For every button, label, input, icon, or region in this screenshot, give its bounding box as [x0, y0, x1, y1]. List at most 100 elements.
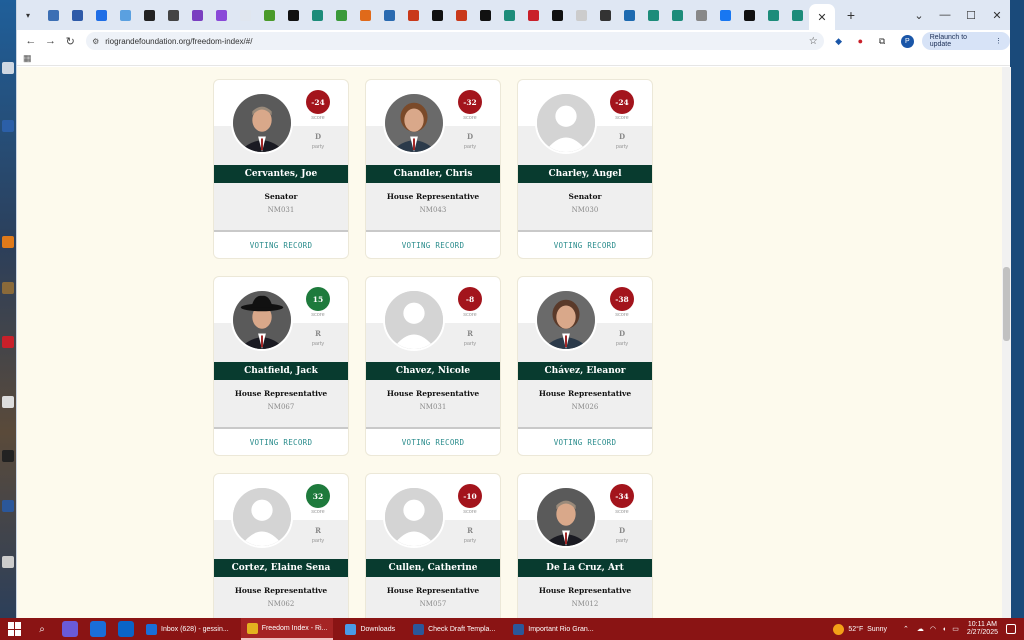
active-tab[interactable]: ✕: [809, 4, 835, 30]
clock[interactable]: 10:11 AM 2/27/2025: [967, 621, 998, 637]
browser-tab[interactable]: [257, 3, 281, 27]
copilot-icon[interactable]: [62, 621, 78, 637]
desktop-icon[interactable]: [2, 282, 14, 294]
reload-button[interactable]: ↻: [62, 33, 78, 49]
browser-tab[interactable]: [617, 3, 641, 27]
candidate-photo: [383, 92, 445, 154]
extension-icon[interactable]: ◆: [832, 34, 846, 48]
taskbar-app[interactable]: Check Draft Templa...: [407, 618, 501, 640]
browser-tab[interactable]: [185, 3, 209, 27]
search-icon[interactable]: ⌕: [34, 621, 50, 637]
more-menu-icon[interactable]: ⋮: [995, 37, 1002, 45]
battery-icon[interactable]: ▭: [952, 625, 959, 633]
voting-record-link[interactable]: VOTING RECORD: [366, 429, 500, 455]
desktop-icon[interactable]: [2, 450, 14, 462]
browser-tab[interactable]: [785, 3, 809, 27]
tray-chevron-icon[interactable]: ⌃: [903, 625, 909, 633]
outlook-icon[interactable]: [118, 621, 134, 637]
new-tab-button[interactable]: +: [841, 5, 861, 25]
browser-tab[interactable]: [41, 3, 65, 27]
taskbar-app-label: Inbox (628) - gessin...: [161, 625, 229, 633]
party-value: R: [467, 526, 473, 535]
browser-tab[interactable]: [113, 3, 137, 27]
desktop-icon[interactable]: [2, 120, 14, 132]
browser-tab[interactable]: [329, 3, 353, 27]
back-button[interactable]: ←: [23, 33, 39, 49]
voting-record-link[interactable]: VOTING RECORD: [518, 232, 652, 258]
desktop-icon[interactable]: [2, 336, 14, 348]
file-explorer-icon[interactable]: [90, 621, 106, 637]
address-bar[interactable]: ⚙ riograndefoundation.org/freedom-index/…: [86, 32, 824, 50]
extensions-puzzle-icon[interactable]: ⧉: [875, 34, 889, 48]
cloud-icon[interactable]: ☁: [917, 625, 924, 633]
volume-icon[interactable]: ◖: [942, 626, 946, 633]
party-label: party: [311, 341, 325, 347]
browser-tab[interactable]: [89, 3, 113, 27]
browser-tab[interactable]: [425, 3, 449, 27]
desktop-icon[interactable]: [2, 62, 14, 74]
candidate-photo: [535, 289, 597, 351]
browser-tab[interactable]: [713, 3, 737, 27]
relaunch-button[interactable]: Relaunch to update ⋮: [921, 32, 1011, 50]
browser-tab[interactable]: [473, 3, 497, 27]
browser-tab[interactable]: [521, 3, 545, 27]
notification-icon[interactable]: [1006, 624, 1016, 634]
voting-record-link[interactable]: VOTING RECORD: [366, 232, 500, 258]
site-info-icon[interactable]: ⚙: [92, 37, 99, 46]
taskbar-app[interactable]: Inbox (628) - gessin...: [140, 618, 235, 640]
browser-tab[interactable]: [641, 3, 665, 27]
desktop-icon[interactable]: [2, 500, 14, 512]
browser-tab[interactable]: [281, 3, 305, 27]
browser-tab[interactable]: [401, 3, 425, 27]
forward-button[interactable]: →: [43, 33, 59, 49]
apps-grid-icon[interactable]: ▦: [23, 53, 32, 64]
tab-search-button[interactable]: ▾: [21, 8, 35, 22]
browser-tab[interactable]: [233, 3, 257, 27]
browser-tab[interactable]: [353, 3, 377, 27]
party-value: D: [618, 329, 626, 338]
browser-tab[interactable]: [665, 3, 689, 27]
voting-record-link[interactable]: VOTING RECORD: [214, 232, 348, 258]
voting-record-link[interactable]: VOTING RECORD: [214, 429, 348, 455]
taskbar-app-label: Freedom Index - Ri...: [261, 624, 328, 632]
scrollbar-thumb[interactable]: [1003, 267, 1010, 341]
maximize-button[interactable]: ☐: [958, 0, 984, 30]
score-label: score: [311, 312, 325, 318]
voting-record-link[interactable]: VOTING RECORD: [518, 429, 652, 455]
url-text[interactable]: riograndefoundation.org/freedom-index/#/: [105, 37, 809, 46]
browser-tab[interactable]: [737, 3, 761, 27]
desktop-icon[interactable]: [2, 236, 14, 248]
browser-tab[interactable]: [761, 3, 785, 27]
weather-icon[interactable]: [833, 623, 845, 635]
browser-tab[interactable]: [569, 3, 593, 27]
profile-avatar[interactable]: P: [900, 34, 914, 48]
browser-tab[interactable]: [497, 3, 521, 27]
extension-icon[interactable]: ●: [854, 34, 868, 48]
scrollbar[interactable]: [1002, 67, 1011, 618]
desktop-icon[interactable]: [2, 556, 14, 568]
taskbar-app[interactable]: Downloads: [339, 618, 401, 640]
close-window-button[interactable]: ✕: [984, 0, 1010, 30]
browser-tab[interactable]: [449, 3, 473, 27]
browser-tab[interactable]: [593, 3, 617, 27]
candidate-title: House Representative: [386, 586, 480, 595]
taskbar-app[interactable]: Freedom Index - Ri...: [240, 618, 334, 640]
browser-tab[interactable]: [137, 3, 161, 27]
minimize-button[interactable]: —: [932, 0, 958, 30]
browser-tab[interactable]: [305, 3, 329, 27]
wifi-icon[interactable]: ◠: [930, 625, 936, 633]
candidate-card: -10 score Rparty Cullen, Catherine House Rep…: [365, 473, 501, 618]
browser-tab[interactable]: [689, 3, 713, 27]
desktop-icon[interactable]: [2, 396, 14, 408]
chevron-down-icon[interactable]: ⌄: [906, 0, 932, 30]
browser-tab[interactable]: [377, 3, 401, 27]
close-tab-icon[interactable]: ✕: [817, 11, 826, 24]
taskbar-app[interactable]: Important Rio Gran...: [507, 618, 599, 640]
browser-tab[interactable]: [209, 3, 233, 27]
browser-tab[interactable]: [65, 3, 89, 27]
browser-tab[interactable]: [161, 3, 185, 27]
browser-tab[interactable]: [545, 3, 569, 27]
tab-favicon-icon: [263, 9, 275, 21]
bookmark-star-icon[interactable]: ☆: [809, 36, 818, 47]
start-button[interactable]: [8, 622, 22, 636]
